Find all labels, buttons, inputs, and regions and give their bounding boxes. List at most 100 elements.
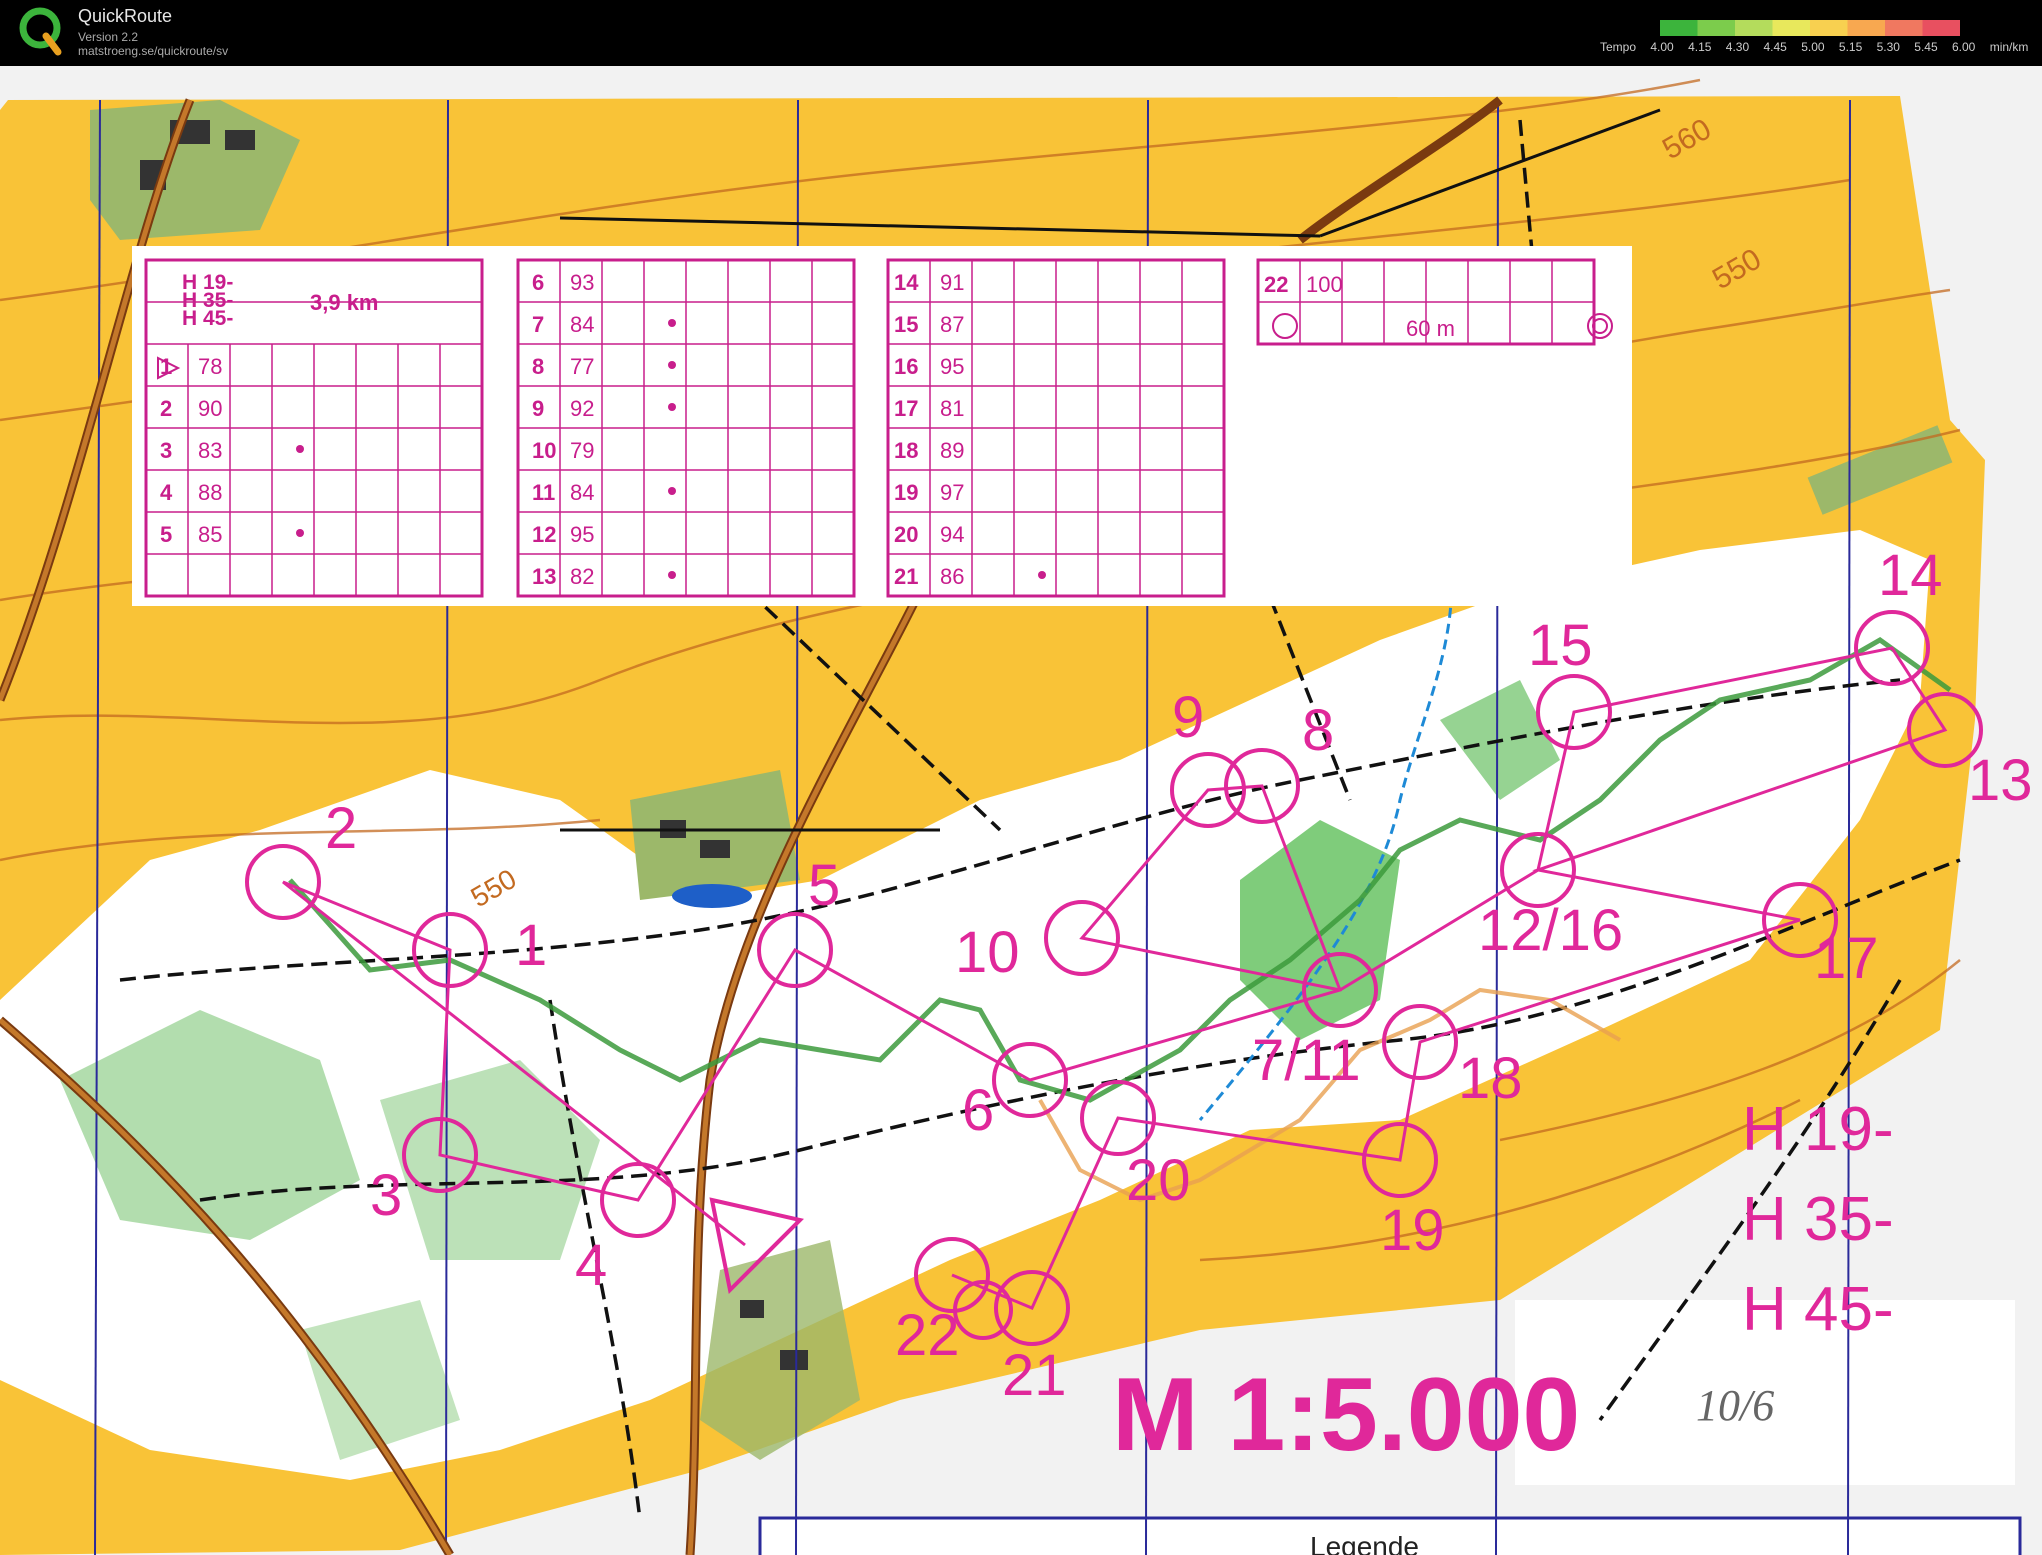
app-titlebar: QuickRoute Version 2.2 matstroeng.se/qui… xyxy=(0,0,2042,66)
app-url: matstroeng.se/quickroute/sv xyxy=(78,44,229,58)
cd-control-number: 10 xyxy=(532,438,556,463)
cd-control-code: 97 xyxy=(940,480,964,505)
cd-control-code: 84 xyxy=(570,480,594,505)
cd-feature-dot-icon xyxy=(668,571,676,579)
cd-control-number: 15 xyxy=(894,312,918,337)
cd-feature-dot-icon xyxy=(668,403,676,411)
cd-control-code: 91 xyxy=(940,270,964,295)
tempo-unit: min/km xyxy=(1989,40,2029,54)
tempo-color-segment xyxy=(1885,20,1923,36)
control-number: 1 xyxy=(515,913,547,978)
tempo-tick: 4.30 xyxy=(1725,40,1750,54)
tempo-color-segment xyxy=(1735,20,1773,36)
class-label: H 35- xyxy=(1742,1185,1894,1254)
control-number: 9 xyxy=(1172,685,1204,750)
cd-control-number: 17 xyxy=(894,396,918,421)
cd-control-number: 13 xyxy=(532,564,556,589)
cd-control-code: 87 xyxy=(940,312,964,337)
tempo-tick: 5.15 xyxy=(1838,40,1863,54)
control-number: 13 xyxy=(1968,748,2033,813)
orienteering-map[interactable]: Legende 1234567/118910 12/16131415171819… xyxy=(0,66,2042,1555)
cd-control-code: 82 xyxy=(570,564,594,589)
cd-control-number: 11 xyxy=(532,480,555,505)
control-number: 22 xyxy=(895,1303,960,1368)
cd-finish-distance: 60 m xyxy=(1406,316,1455,341)
control-number: 4 xyxy=(575,1233,607,1298)
building xyxy=(740,1300,764,1318)
cd-feature-dot-icon xyxy=(296,445,304,453)
cd-control-number: 19 xyxy=(894,480,918,505)
control-number: 15 xyxy=(1528,613,1593,678)
cd-control-number: 14 xyxy=(894,270,919,295)
control-number: 18 xyxy=(1458,1046,1523,1111)
cd-control-number: 1 xyxy=(160,354,172,379)
cd-control-number: 20 xyxy=(894,522,918,547)
control-number: 21 xyxy=(1002,1343,1067,1408)
cd-control-number: 6 xyxy=(532,270,544,295)
control-number: 6 xyxy=(962,1078,994,1143)
building xyxy=(780,1350,808,1370)
cd-control-code: 81 xyxy=(940,396,964,421)
cd-class-label: H 45- xyxy=(182,307,233,330)
control-number: 8 xyxy=(1302,698,1334,763)
building xyxy=(700,840,730,858)
control-number: 5 xyxy=(808,853,840,918)
cd-control-number: 8 xyxy=(532,354,544,379)
control-number: 3 xyxy=(370,1163,402,1228)
cd-control-code: 77 xyxy=(570,354,594,379)
tempo-tick: 5.30 xyxy=(1876,40,1900,54)
control-number: 17 xyxy=(1814,926,1879,991)
tempo-color-segment xyxy=(1772,20,1811,36)
cd-feature-dot-icon xyxy=(296,529,304,537)
cd-feature-dot-icon xyxy=(668,487,676,495)
cd-control-code: 92 xyxy=(570,396,594,421)
control-number: 10 xyxy=(955,920,1020,985)
cd-control-code: 95 xyxy=(570,522,594,547)
tempo-color-segment xyxy=(1810,20,1848,36)
cd-control-number: 2 xyxy=(160,396,172,421)
control-number: 20 xyxy=(1126,1148,1191,1213)
cd-control-code: 88 xyxy=(198,480,222,505)
cd-control-number: 3 xyxy=(160,438,172,463)
cd-control-code: 94 xyxy=(940,522,964,547)
cd-feature-dot-icon xyxy=(668,319,676,327)
cd-course-length: 3,9 km xyxy=(310,290,379,315)
map-scale: M 1:5.000 xyxy=(1112,1357,1580,1473)
cd-control-number: 18 xyxy=(894,438,918,463)
cd-feature-dot-icon xyxy=(1038,571,1046,579)
tempo-tick: 5.45 xyxy=(1914,40,1938,54)
tempo-scale: Tempo 4.00 4.15 4.30 4.45 5.00 5.15 5.30… xyxy=(1600,40,2039,54)
cd-control-code: 90 xyxy=(198,396,222,421)
handwritten-note: 10/6 xyxy=(1696,1381,1774,1430)
tempo-color-segment xyxy=(1847,20,1886,36)
tempo-color-segment xyxy=(1922,20,1960,36)
cd-control-number: 21 xyxy=(894,564,918,589)
quickroute-logo-icon xyxy=(19,7,62,56)
app-name: QuickRoute xyxy=(78,6,173,26)
control-number: 14 xyxy=(1878,543,1943,608)
cd-control-number: 4 xyxy=(160,480,173,505)
control-number: 7/11 xyxy=(1252,1028,1361,1093)
cd-control-number: 16 xyxy=(894,354,918,379)
control-description-sheet: H 19-H 35-H 45-3,9 km1 782 903 834 885 856 937… xyxy=(132,246,1632,606)
tempo-color-bar xyxy=(1660,20,1960,36)
tempo-tick: 5.00 xyxy=(1801,40,1825,54)
cd-control-code: 79 xyxy=(570,438,594,463)
tempo-color-segment xyxy=(1660,20,1698,36)
tempo-tick: 6.00 xyxy=(1952,40,1976,54)
legend-title: Legende xyxy=(1310,1531,1419,1555)
cd-control-number: 7 xyxy=(532,312,544,337)
pond xyxy=(672,884,752,908)
control-number: 12/16 xyxy=(1478,898,1623,963)
cd-control-code: 83 xyxy=(198,438,222,463)
cd-control-code: 93 xyxy=(570,270,594,295)
cd-control-code: 84 xyxy=(570,312,594,337)
cd-control-code: 86 xyxy=(940,564,964,589)
cd-control-code: 95 xyxy=(940,354,964,379)
cd-control-number: 5 xyxy=(160,522,172,547)
control-number: 2 xyxy=(325,796,357,861)
tempo-tick: 4.00 xyxy=(1650,40,1674,54)
class-label: H 19- xyxy=(1742,1095,1894,1164)
tempo-color-segment xyxy=(1697,20,1736,36)
cd-control-code: 78 xyxy=(198,354,222,379)
